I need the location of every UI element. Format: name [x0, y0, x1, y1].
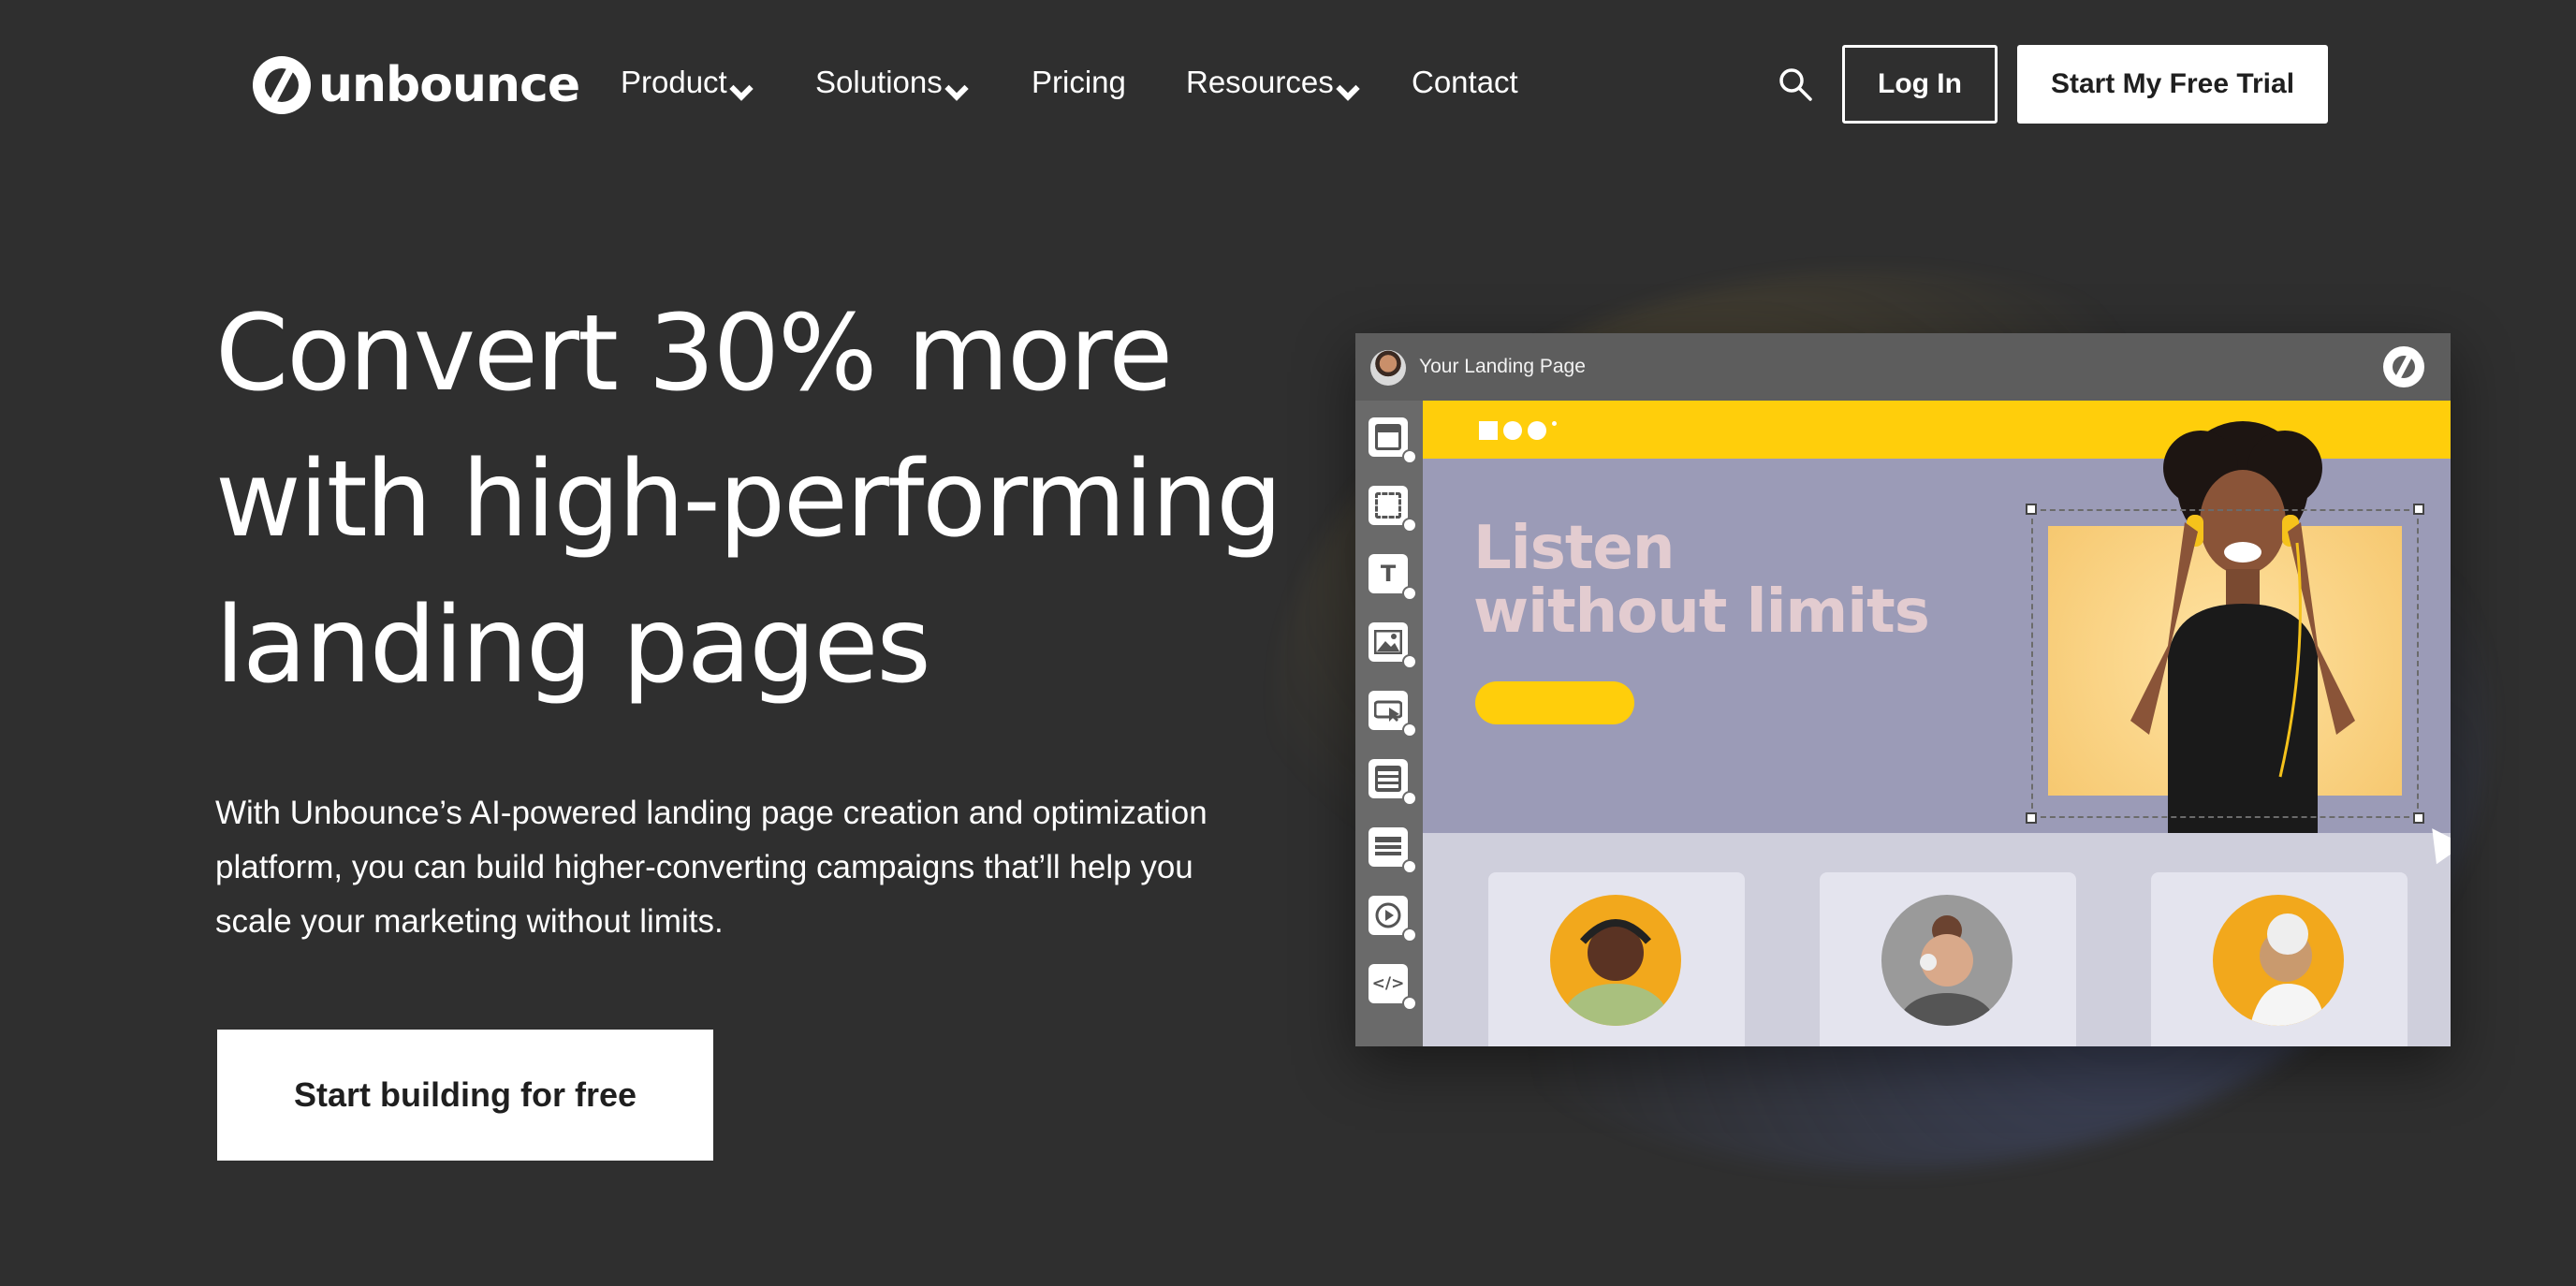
nav-item-label: Product: [621, 65, 727, 99]
button-tool-icon[interactable]: [1368, 691, 1417, 738]
video-tool-icon[interactable]: [1368, 896, 1417, 943]
chevron-down-icon: [729, 77, 754, 101]
preview-card: [1820, 872, 2076, 1046]
resize-handle[interactable]: [2413, 812, 2424, 824]
nav-item-label: Resources: [1186, 65, 1334, 99]
search-button[interactable]: [1777, 66, 1814, 103]
login-button[interactable]: Log In: [1842, 45, 1998, 124]
selection-box[interactable]: [2031, 509, 2419, 818]
builder-toolbar: T </>: [1355, 401, 1423, 1046]
preview-titlebar: Your Landing Page: [1355, 333, 2451, 401]
nav-item-contact[interactable]: Contact: [1412, 62, 1518, 103]
form-tool-icon[interactable]: [1368, 759, 1417, 806]
nav-item-pricing[interactable]: Pricing: [1032, 62, 1126, 103]
unbounce-logo[interactable]: unbounce: [253, 54, 580, 116]
chevron-down-icon: [1336, 77, 1360, 101]
logo-text: unbounce: [318, 57, 580, 113]
text-tool-glyph: T: [1380, 561, 1397, 587]
preview-title: Your Landing Page: [1419, 356, 1586, 377]
nav-item-label: Solutions: [815, 65, 943, 99]
unbounce-logo-icon: [2383, 346, 2424, 387]
nav-item-resources[interactable]: Resources: [1186, 62, 1360, 103]
code-tool-glyph: </>: [1371, 974, 1405, 993]
unbounce-logo-icon: [253, 56, 311, 114]
text-tool-icon[interactable]: T: [1368, 554, 1417, 601]
top-navigation: unbounce Product Solutions Pricing Resou…: [0, 0, 2576, 168]
person-avatar: [1881, 895, 2012, 1026]
search-icon: [1779, 68, 1812, 101]
image-tool-icon[interactable]: [1368, 622, 1417, 669]
nav-item-label: Contact: [1412, 65, 1518, 99]
preview-headline-line: Listen: [1473, 514, 1675, 583]
chevron-down-icon: [944, 77, 969, 101]
hero-title-line: with high-performing: [215, 439, 1282, 561]
person-avatar: [2213, 895, 2344, 1026]
preview-headline-line: without limits: [1473, 577, 1930, 647]
resize-handle[interactable]: [2026, 504, 2037, 515]
code-tool-icon[interactable]: </>: [1368, 964, 1417, 1011]
preview-card: [2151, 872, 2408, 1046]
resize-handle[interactable]: [2413, 504, 2424, 515]
landing-page-preview: Your Landing Page T </> Listen without l…: [1355, 333, 2451, 1046]
hero-title-line: landing pages: [215, 585, 931, 707]
box-tool-icon[interactable]: [1368, 486, 1417, 533]
nav-item-label: Pricing: [1032, 65, 1126, 99]
nav-item-product[interactable]: Product: [621, 62, 754, 103]
start-building-button[interactable]: Start building for free: [217, 1030, 713, 1161]
hero-subtitle: With Unbounce’s AI-powered landing page …: [215, 795, 1208, 940]
section-tool-icon[interactable]: [1368, 417, 1417, 464]
resize-handle[interactable]: [2026, 812, 2037, 824]
person-avatar: [1550, 895, 1681, 1026]
avatar: [1370, 350, 1406, 386]
nav-item-solutions[interactable]: Solutions: [815, 62, 969, 103]
hero-title: Convert 30% more with high-performing la…: [215, 281, 1292, 719]
hero-title-line: Convert 30% more: [215, 293, 1173, 415]
preview-cta-button: [1475, 681, 1634, 724]
start-free-trial-button[interactable]: Start My Free Trial: [2017, 45, 2328, 124]
preview-headline: Listen without limits: [1473, 517, 1998, 644]
preview-logo-shapes: [1479, 421, 1557, 440]
preview-card: [1488, 872, 1745, 1046]
list-tool-icon[interactable]: [1368, 827, 1417, 874]
